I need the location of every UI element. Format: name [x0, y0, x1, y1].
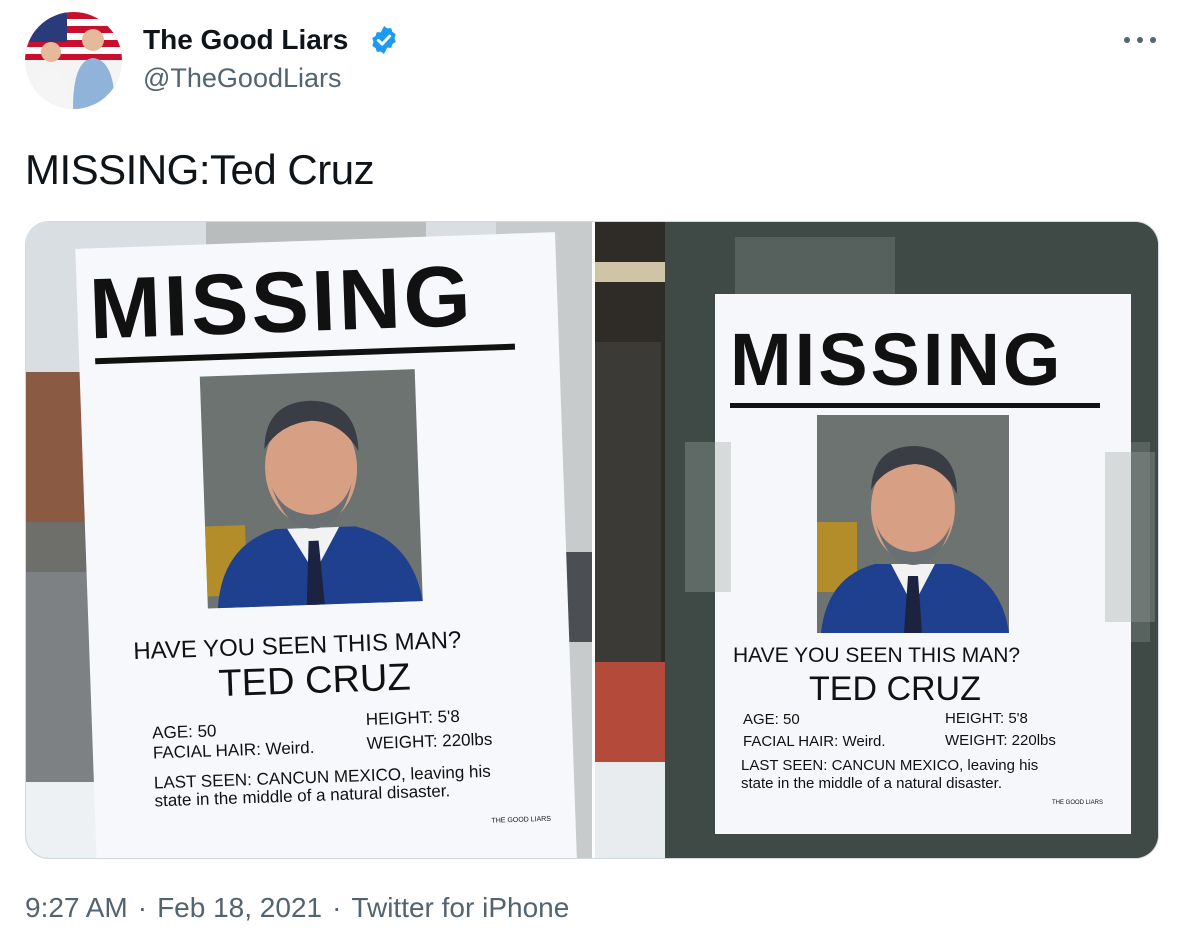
poster-headline-right: MISSING — [730, 318, 1063, 401]
tweet-time-link[interactable]: 9:27 AM — [25, 892, 128, 923]
poster-last-seen-line2-right: state in the middle of a natural disaste… — [741, 775, 1002, 792]
tweet-timestamp-row: 9:27 AM · Feb 18, 2021 · Twitter for iPhone — [25, 892, 569, 924]
tweet-date-link[interactable]: Feb 18, 2021 — [157, 892, 322, 923]
poster-age-right: AGE: 50 — [743, 711, 800, 728]
tweet-media: MISSING HAVE YOU SEEN THIS MAN? TED CRUZ… — [25, 221, 1159, 859]
poster-name-right: TED CRUZ — [809, 670, 981, 708]
poster-facial-hair-right: FACIAL HAIR: Weird. — [743, 733, 886, 750]
poster-credit-right: THE GOOD LIARS — [1052, 800, 1103, 806]
poster-headline: MISSING — [88, 248, 475, 357]
tweet-source-link[interactable]: Twitter for iPhone — [351, 892, 569, 923]
more-options-button[interactable] — [1120, 26, 1160, 54]
portrait-photo-right — [817, 415, 1009, 633]
poster-weight-right: WEIGHT: 220lbs — [945, 732, 1056, 749]
poster-last-seen-line1-right: LAST SEEN: CANCUN MEXICO, leaving his — [741, 757, 1038, 774]
media-photo-left[interactable]: MISSING HAVE YOU SEEN THIS MAN? TED CRUZ… — [26, 222, 592, 858]
verified-badge-icon — [372, 26, 396, 54]
poster-height-right: HEIGHT: 5'8 — [945, 710, 1028, 727]
author-name[interactable]: The Good Liars — [143, 24, 348, 56]
avatar[interactable] — [25, 12, 122, 109]
poster-name: TED CRUZ — [218, 656, 411, 705]
separator-dot: · — [137, 892, 148, 923]
poster-question-right: HAVE YOU SEEN THIS MAN? — [733, 644, 1020, 667]
portrait-photo — [199, 369, 423, 609]
separator-dot: · — [332, 892, 342, 923]
media-photo-right[interactable]: MISSING HAVE YOU SEEN THIS MAN? TED CRUZ… — [595, 222, 1158, 858]
author-handle[interactable]: @TheGoodLiars — [143, 63, 342, 94]
avatar-image — [25, 12, 122, 109]
tweet-text: MISSING:Ted Cruz — [25, 146, 375, 193]
poster-height: HEIGHT: 5'8 — [366, 707, 461, 729]
poster-age: AGE: 50 — [152, 721, 217, 742]
